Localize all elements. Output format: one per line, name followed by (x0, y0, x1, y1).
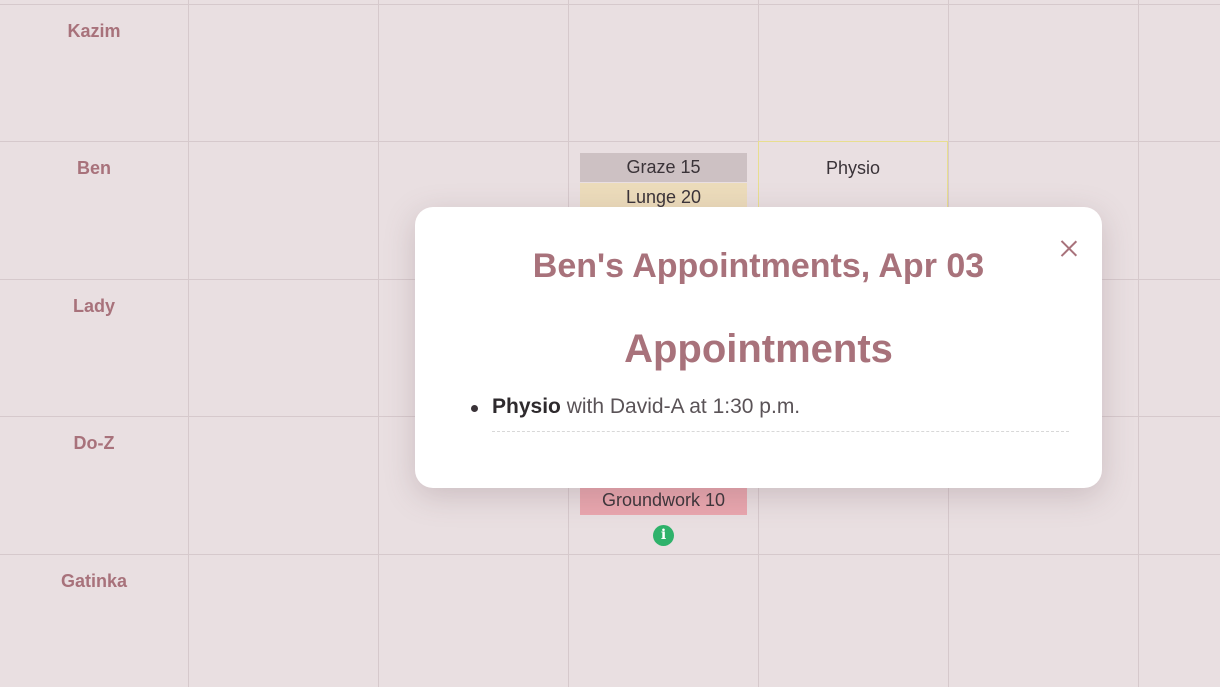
bullet-icon (471, 405, 478, 412)
grid-line (0, 554, 1220, 555)
row-label-lady: Lady (72, 296, 115, 316)
row-label-do-z: Do-Z (73, 433, 115, 453)
groundwork-activity[interactable]: Groundwork 10 (580, 486, 747, 515)
grid-line (188, 0, 189, 687)
appointment-list-item: Physio with David-A at 1:30 p.m. (471, 395, 1069, 432)
grid-line (0, 4, 1220, 5)
grid-line (1138, 0, 1139, 687)
physio-label: Physio (825, 158, 881, 178)
graze-activity[interactable]: Graze 15 (580, 153, 747, 182)
grid-line (0, 141, 1220, 142)
appointments-modal: Ben's Appointments, Apr 03 Appointments … (415, 207, 1102, 488)
row-label-gatinka: Gatinka (60, 571, 128, 591)
appointment-name: Physio (492, 395, 561, 418)
appointment-detail: with David-A at 1:30 p.m. (566, 395, 801, 418)
row-label-ben: Ben (76, 158, 111, 178)
grid-line (378, 0, 379, 687)
info-icon[interactable]: i (653, 525, 674, 546)
row-label-kazim: Kazim (67, 21, 121, 41)
section-title: Appointments (624, 327, 893, 371)
modal-title: Ben's Appointments, Apr 03 (532, 247, 985, 285)
